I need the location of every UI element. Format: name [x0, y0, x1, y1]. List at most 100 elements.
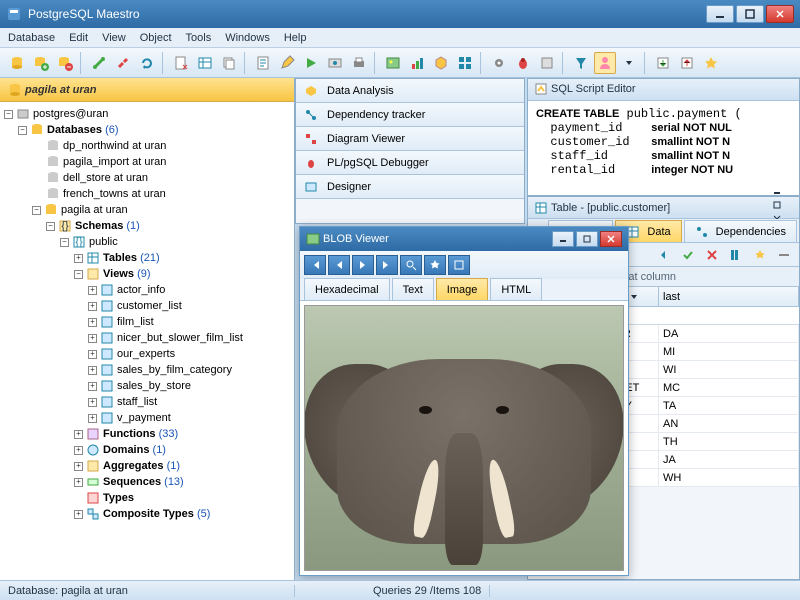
grid-cols-icon[interactable] [725, 244, 747, 266]
menu-windows[interactable]: Windows [225, 32, 270, 44]
tool-disconnect-icon[interactable] [112, 52, 134, 74]
tool-gear-icon[interactable] [488, 52, 510, 74]
tool-remove-db-icon[interactable] [54, 52, 76, 74]
tool-star-icon[interactable] [700, 52, 722, 74]
tree-root[interactable]: postgres@uran [33, 108, 108, 120]
grid-more-icon[interactable] [773, 244, 795, 266]
nav-diagram[interactable]: Diagram Viewer [296, 127, 524, 151]
menu-tools[interactable]: Tools [186, 32, 212, 44]
tool-db-icon[interactable] [6, 52, 28, 74]
expand-icon[interactable]: + [88, 302, 97, 311]
tree-composite[interactable]: Composite Types [103, 508, 194, 520]
expand-icon[interactable]: + [74, 446, 83, 455]
nav-designer[interactable]: Designer [296, 175, 524, 199]
nav-dependency[interactable]: Dependency tracker [296, 103, 524, 127]
star-button[interactable] [424, 255, 446, 275]
tree-db-item[interactable]: dp_northwind at uran [63, 140, 166, 152]
tree-view-item[interactable]: nicer_but_slower_film_list [117, 332, 243, 344]
expand-icon[interactable]: + [74, 510, 83, 519]
tool-script-icon[interactable] [252, 52, 274, 74]
tool-cube-icon[interactable] [430, 52, 452, 74]
tool-config-icon[interactable] [324, 52, 346, 74]
maximize-button[interactable] [736, 5, 764, 23]
tool-import-icon[interactable] [676, 52, 698, 74]
tool-new-icon[interactable] [170, 52, 192, 74]
expand-icon[interactable]: − [4, 110, 13, 119]
next-button[interactable] [352, 255, 374, 275]
menu-object[interactable]: Object [140, 32, 172, 44]
expand-icon[interactable]: − [18, 126, 27, 135]
tree-view-item[interactable]: our_experts [117, 348, 175, 360]
tree-view-item[interactable]: film_list [117, 316, 154, 328]
tool-export-icon[interactable] [652, 52, 674, 74]
tool-connect-icon[interactable] [88, 52, 110, 74]
tree-sequences[interactable]: Sequences [103, 476, 161, 488]
dropdown-icon[interactable] [630, 293, 638, 301]
tree-view-item[interactable]: sales_by_film_category [117, 364, 232, 376]
tree-domains[interactable]: Domains [103, 444, 149, 456]
tree-db-item[interactable]: dell_store at uran [63, 172, 148, 184]
expand-icon[interactable]: + [88, 414, 97, 423]
tool-table-icon[interactable] [194, 52, 216, 74]
tool-image-icon[interactable] [382, 52, 404, 74]
last-button[interactable] [376, 255, 398, 275]
expand-icon[interactable]: − [46, 222, 55, 231]
tree-aggregates[interactable]: Aggregates [103, 460, 164, 472]
menu-view[interactable]: View [102, 32, 126, 44]
col-last[interactable]: last [659, 287, 799, 306]
expand-icon[interactable]: + [74, 430, 83, 439]
tree-view-item[interactable]: customer_list [117, 300, 182, 312]
expand-icon[interactable]: + [88, 334, 97, 343]
expand-icon[interactable]: + [88, 350, 97, 359]
expand-icon[interactable]: + [74, 254, 83, 263]
tree-view-item[interactable]: actor_info [117, 284, 165, 296]
tool-filter-icon[interactable] [570, 52, 592, 74]
nav-data-analysis[interactable]: Data Analysis [296, 79, 524, 103]
blob-tab-hex[interactable]: Hexadecimal [304, 278, 390, 300]
tool-copy-icon[interactable] [218, 52, 240, 74]
expand-icon[interactable]: + [88, 286, 97, 295]
blob-minimize-button[interactable] [552, 231, 574, 247]
close-button[interactable] [766, 5, 794, 23]
expand-icon[interactable]: + [88, 366, 97, 375]
menu-edit[interactable]: Edit [69, 32, 88, 44]
tree-types[interactable]: Types [103, 492, 134, 504]
tree-schema-public[interactable]: public [89, 236, 118, 248]
tree-views[interactable]: Views [103, 268, 134, 280]
expand-icon[interactable]: + [88, 318, 97, 327]
tree-view-item[interactable]: staff_list [117, 396, 157, 408]
tool-edit-icon[interactable] [276, 52, 298, 74]
expand-icon[interactable]: − [32, 206, 41, 215]
blob-viewer-window[interactable]: BLOB Viewer Hexa [299, 226, 629, 576]
first-button[interactable] [304, 255, 326, 275]
object-tree[interactable]: −postgres@uran −Databases (6) dp_northwi… [0, 102, 294, 580]
panel-maximize-button[interactable] [773, 201, 793, 215]
fit-button[interactable] [448, 255, 470, 275]
blob-tab-html[interactable]: HTML [490, 278, 542, 300]
expand-icon[interactable]: + [74, 478, 83, 487]
tree-tables[interactable]: Tables [103, 252, 137, 264]
tool-print-icon[interactable] [348, 52, 370, 74]
tree-functions[interactable]: Functions [103, 428, 156, 440]
tool-run-icon[interactable] [300, 52, 322, 74]
tree-schemas[interactable]: Schemas [75, 220, 123, 232]
tool-add-db-icon[interactable] [30, 52, 52, 74]
expand-icon[interactable]: + [74, 462, 83, 471]
expand-icon[interactable]: + [88, 398, 97, 407]
nav-debugger[interactable]: PL/pgSQL Debugger [296, 151, 524, 175]
tool-user-icon[interactable] [594, 52, 616, 74]
tool-chart-icon[interactable] [406, 52, 428, 74]
tool-refresh-icon[interactable] [136, 52, 158, 74]
panel-minimize-button[interactable] [773, 187, 793, 201]
tree-databases[interactable]: Databases [47, 124, 102, 136]
grid-nav-icon[interactable] [653, 244, 675, 266]
sql-code[interactable]: CREATE TABLE public.payment ( payment_id… [528, 101, 799, 195]
grid-check-icon[interactable] [677, 244, 699, 266]
menu-database[interactable]: Database [8, 32, 55, 44]
tree-db-active[interactable]: pagila at uran [61, 204, 128, 216]
grid-star-icon[interactable] [749, 244, 771, 266]
tree-db-item[interactable]: french_towns at uran [63, 188, 166, 200]
tree-view-item[interactable]: sales_by_store [117, 380, 191, 392]
tree-db-item[interactable]: pagila_import at uran [63, 156, 166, 168]
tool-options-icon[interactable] [536, 52, 558, 74]
